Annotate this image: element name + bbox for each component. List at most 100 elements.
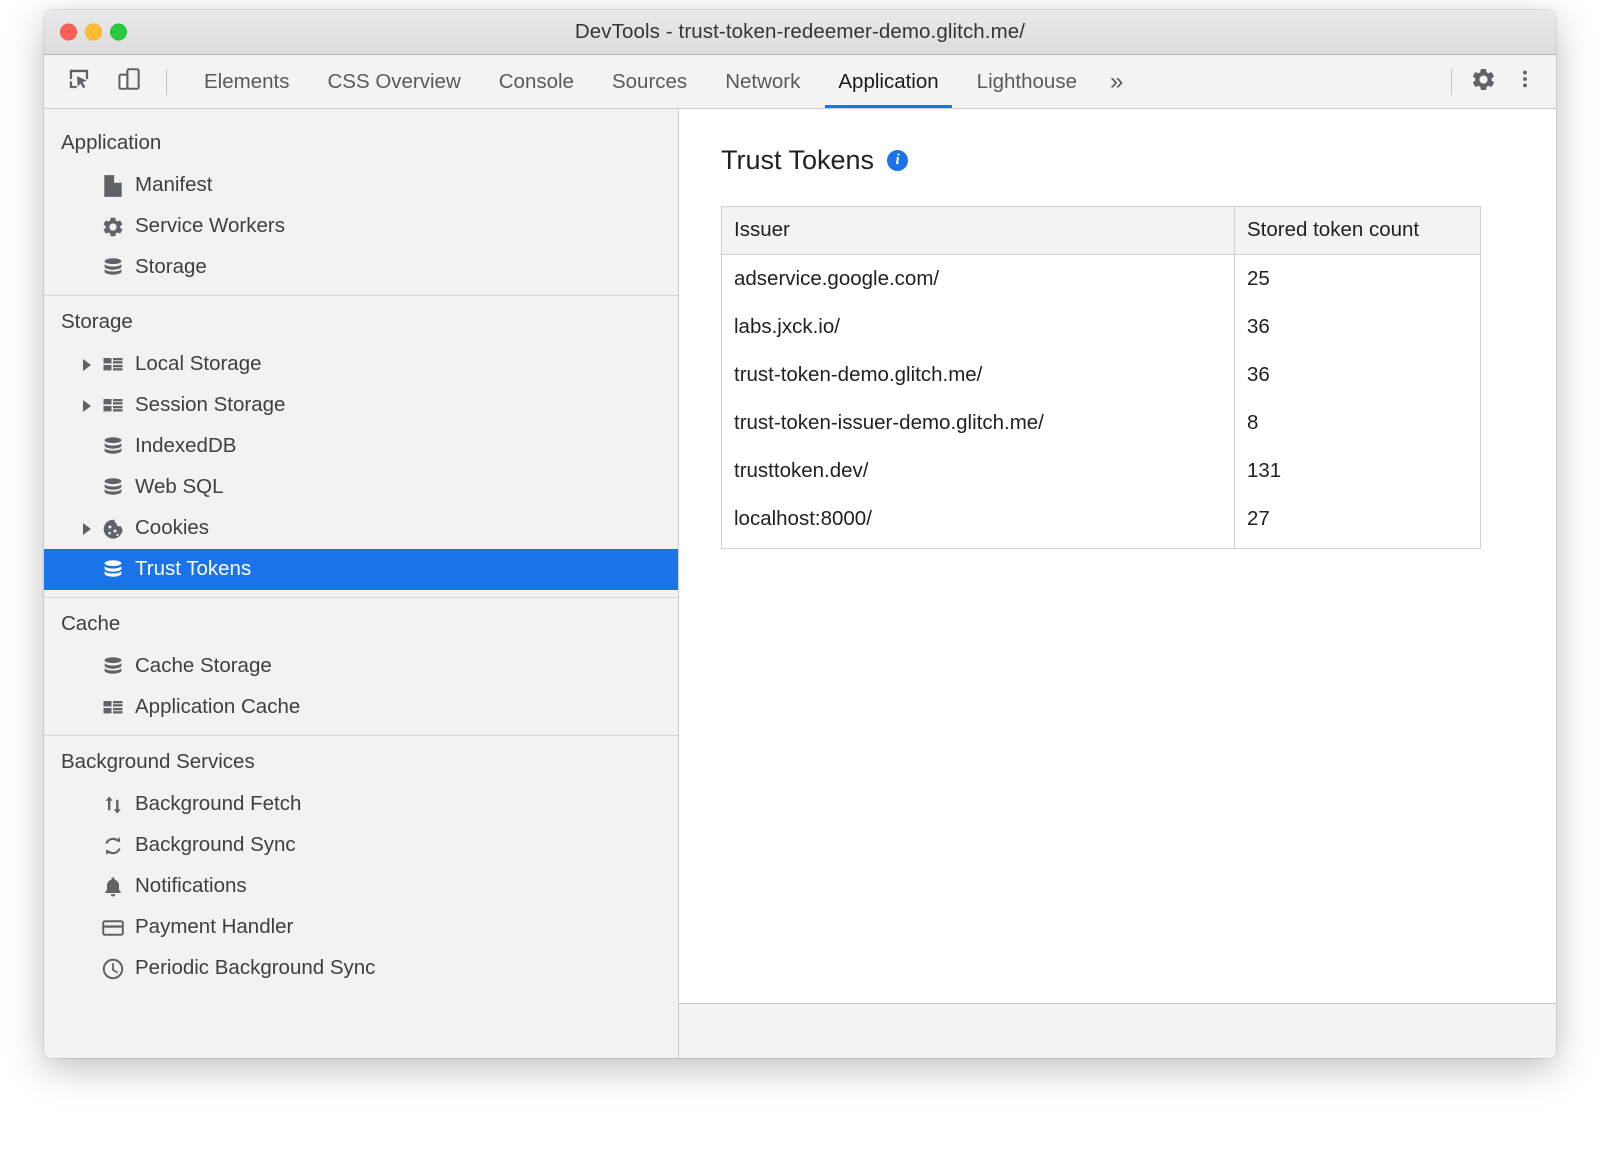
expand-twisty[interactable]	[76, 523, 98, 535]
sidebar-item-label: Background Fetch	[135, 794, 301, 815]
chevron-right-icon	[83, 523, 91, 535]
sidebar-item-label: Web SQL	[135, 477, 224, 498]
table-row[interactable]: trusttoken.dev/ 131	[722, 447, 1481, 495]
sidebar-item-label: Application Cache	[135, 697, 300, 718]
device-toolbar-icon	[116, 66, 142, 97]
sidebar-item-session-storage[interactable]: Session Storage	[44, 385, 678, 426]
window-title: DevTools - trust-token-redeemer-demo.gli…	[575, 20, 1025, 44]
sidebar-item-label: Local Storage	[135, 354, 262, 375]
database-icon	[100, 475, 126, 501]
device-toolbar-button[interactable]	[108, 61, 150, 103]
info-icon[interactable]: i	[887, 150, 908, 171]
tab-css-overview[interactable]: CSS Overview	[308, 55, 479, 108]
minimize-window-button[interactable]	[85, 24, 102, 41]
devtools-body: Application Manifest Service Workers	[44, 109, 1556, 1058]
cell-issuer: localhost:8000/	[722, 495, 1235, 549]
trust-tokens-panel: Trust Tokens i Issuer Stored token count	[679, 109, 1556, 1058]
table-row[interactable]: labs.jxck.io/ 36	[722, 303, 1481, 351]
sidebar-item-application-cache[interactable]: Application Cache	[44, 687, 678, 728]
table-row[interactable]: localhost:8000/ 27	[722, 495, 1481, 549]
sidebar-item-storage[interactable]: Storage	[44, 247, 678, 288]
sidebar-section-divider	[44, 295, 678, 296]
gear-icon	[1470, 66, 1497, 98]
expand-twisty[interactable]	[76, 359, 98, 371]
more-options-button[interactable]	[1504, 61, 1546, 103]
close-window-button[interactable]	[60, 24, 77, 41]
sidebar-item-label: Service Workers	[135, 216, 285, 237]
table-row[interactable]: adservice.google.com/ 25	[722, 255, 1481, 304]
database-icon	[100, 255, 126, 281]
toolbar-divider	[166, 69, 167, 95]
sidebar-item-payment-handler[interactable]: Payment Handler	[44, 907, 678, 948]
sidebar-section-title-application: Application	[44, 121, 678, 165]
toolbar-right-icons	[1441, 55, 1556, 108]
sidebar-item-service-workers[interactable]: Service Workers	[44, 206, 678, 247]
sidebar-item-label: Trust Tokens	[135, 559, 251, 580]
toolbar-divider-right	[1451, 69, 1452, 95]
settings-button[interactable]	[1462, 61, 1504, 103]
inspect-element-button[interactable]	[58, 61, 100, 103]
page-title: Trust Tokens i	[721, 145, 1556, 176]
chevron-right-icon	[83, 359, 91, 371]
sidebar-item-background-sync[interactable]: Background Sync	[44, 825, 678, 866]
trust-tokens-table: Issuer Stored token count adservice.goog…	[721, 206, 1481, 549]
tab-network[interactable]: Network	[706, 55, 819, 108]
devtools-window: DevTools - trust-token-redeemer-demo.gli…	[44, 10, 1556, 1058]
cell-stored-token-count: 36	[1235, 303, 1481, 351]
cell-issuer: trusttoken.dev/	[722, 447, 1235, 495]
tab-application[interactable]: Application	[819, 55, 957, 108]
sidebar-item-local-storage[interactable]: Local Storage	[44, 344, 678, 385]
sidebar-item-indexeddb[interactable]: IndexedDB	[44, 426, 678, 467]
table-body: adservice.google.com/ 25 labs.jxck.io/ 3…	[722, 255, 1481, 549]
expand-twisty[interactable]	[76, 400, 98, 412]
tab-console[interactable]: Console	[480, 55, 593, 108]
window-titlebar: DevTools - trust-token-redeemer-demo.gli…	[44, 10, 1556, 55]
tab-lighthouse[interactable]: Lighthouse	[958, 55, 1096, 108]
sidebar-item-label: Cache Storage	[135, 656, 272, 677]
sidebar-item-manifest[interactable]: Manifest	[44, 165, 678, 206]
sidebar-item-cache-storage[interactable]: Cache Storage	[44, 646, 678, 687]
devtools-drawer[interactable]	[679, 1003, 1556, 1058]
table-grid-icon	[100, 352, 126, 378]
sidebar-item-web-sql[interactable]: Web SQL	[44, 467, 678, 508]
manifest-document-icon	[100, 173, 126, 199]
sidebar-item-periodic-background-sync[interactable]: Periodic Background Sync	[44, 948, 678, 989]
column-header-stored-token-count[interactable]: Stored token count	[1235, 207, 1481, 255]
table-row[interactable]: trust-token-demo.glitch.me/ 36	[722, 351, 1481, 399]
sidebar-section-title-background-services: Background Services	[44, 740, 678, 784]
sidebar-item-cookies[interactable]: Cookies	[44, 508, 678, 549]
table-row[interactable]: trust-token-issuer-demo.glitch.me/ 8	[722, 399, 1481, 447]
table-header-row: Issuer Stored token count	[722, 207, 1481, 255]
column-header-issuer[interactable]: Issuer	[722, 207, 1235, 255]
more-tabs-button[interactable]: »	[1096, 55, 1137, 108]
database-icon	[100, 434, 126, 460]
cell-stored-token-count: 36	[1235, 351, 1481, 399]
sidebar-item-label: Payment Handler	[135, 917, 293, 938]
sidebar-item-label: Background Sync	[135, 835, 296, 856]
database-icon	[100, 654, 126, 680]
sidebar-item-trust-tokens[interactable]: Trust Tokens	[44, 549, 678, 590]
traffic-light-buttons	[60, 24, 127, 41]
cell-stored-token-count: 8	[1235, 399, 1481, 447]
sidebar-item-notifications[interactable]: Notifications	[44, 866, 678, 907]
tab-elements[interactable]: Elements	[185, 55, 308, 108]
sidebar-item-label: Manifest	[135, 175, 212, 196]
sidebar-item-background-fetch[interactable]: Background Fetch	[44, 784, 678, 825]
devtools-toolbar: Elements CSS Overview Console Sources Ne…	[44, 55, 1556, 109]
sidebar-section-divider	[44, 597, 678, 598]
cell-issuer: trust-token-demo.glitch.me/	[722, 351, 1235, 399]
bell-icon	[100, 874, 126, 900]
cell-stored-token-count: 25	[1235, 255, 1481, 304]
table-grid-icon	[100, 695, 126, 721]
page-title-text: Trust Tokens	[721, 145, 874, 176]
zoom-window-button[interactable]	[110, 24, 127, 41]
tab-sources[interactable]: Sources	[593, 55, 706, 108]
sidebar-item-label: IndexedDB	[135, 436, 236, 457]
cell-issuer: adservice.google.com/	[722, 255, 1235, 304]
more-vertical-icon	[1514, 67, 1536, 96]
cell-stored-token-count: 27	[1235, 495, 1481, 549]
arrows-up-down-icon	[100, 792, 126, 818]
database-icon	[100, 557, 126, 583]
sidebar-item-label: Cookies	[135, 518, 209, 539]
clock-icon	[100, 956, 126, 982]
